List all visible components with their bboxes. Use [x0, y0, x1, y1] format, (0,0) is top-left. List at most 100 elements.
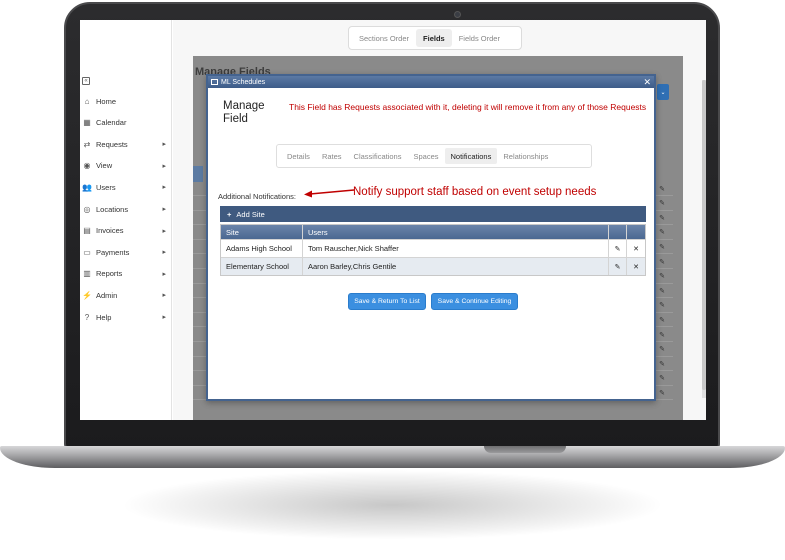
sidebar-item-label: Home — [96, 96, 117, 106]
column-header-delete — [627, 225, 645, 239]
annotation-arrow-icon — [304, 189, 355, 198]
sidebar-item-label: Users — [96, 182, 116, 192]
sidebar-item-label: Admin — [96, 290, 118, 300]
chevron-right-icon: ▸ — [162, 249, 166, 257]
edit-icon[interactable]: ✎ — [659, 199, 665, 207]
window-icon — [211, 79, 218, 85]
camera-icon — [454, 11, 461, 18]
edit-icon[interactable]: ✎ — [659, 374, 665, 382]
edit-icon[interactable]: ✎ — [659, 316, 665, 324]
laptop-stage: « ⌂ Home ▦ Calendar ⇄ Requests ▸ ◉ View ▸ 👥 Users ▸ ◎… — [0, 0, 785, 560]
sidebar-item-users[interactable]: 👥 Users ▸ — [82, 179, 170, 195]
save-return-button[interactable]: Save & Return To List — [348, 293, 426, 310]
notifications-table: Site Users Adams High School Tom Rauscher… — [220, 224, 646, 276]
sidebar-item-locations[interactable]: ◎ Locations ▸ — [82, 201, 170, 217]
modal-title: Manage Field — [223, 100, 265, 125]
tab-notifications[interactable]: Notifications — [444, 148, 498, 164]
chevron-right-icon: ▸ — [162, 270, 166, 278]
delete-icon[interactable]: ✕ — [627, 258, 645, 275]
edit-icon[interactable]: ✎ — [659, 389, 665, 397]
sidebar-item-calendar[interactable]: ▦ Calendar — [82, 115, 170, 131]
table-header: Site Users — [221, 225, 645, 239]
chevron-right-icon: ▸ — [162, 184, 166, 192]
edit-icon[interactable]: ✎ — [659, 272, 665, 280]
tab-spaces[interactable]: Spaces — [407, 148, 444, 164]
edit-icon[interactable]: ✎ — [659, 360, 665, 368]
delete-icon[interactable]: ✕ — [627, 240, 645, 257]
sidebar-item-reports[interactable]: ▥ Reports ▸ — [82, 266, 170, 282]
tab-classifications[interactable]: Classifications — [348, 148, 408, 164]
modal-tabs: Details Rates Classifications Spaces Notific… — [276, 144, 592, 168]
edit-icon[interactable]: ✎ — [659, 243, 665, 251]
edit-icon[interactable]: ✎ — [659, 185, 665, 193]
tab-fields[interactable]: Fields — [416, 29, 452, 47]
chevron-right-icon: ▸ — [162, 227, 166, 235]
column-header-users[interactable]: Users — [303, 225, 609, 239]
sidebar-item-admin[interactable]: ⚡ Admin ▸ — [82, 287, 170, 303]
sidebar-item-label: Requests — [96, 139, 128, 149]
sidebar-item-view[interactable]: ◉ View ▸ — [82, 158, 170, 174]
sidebar-item-payments[interactable]: ▭ Payments ▸ — [82, 244, 170, 260]
cell-users: Aaron Barley,Chris Gentile — [303, 258, 609, 275]
chevron-down-icon: ⌄ — [657, 84, 669, 100]
column-header-edit — [609, 225, 627, 239]
sidebar-item-help[interactable]: ? Help ▸ — [82, 309, 170, 325]
edit-icon[interactable]: ✎ — [659, 287, 665, 295]
edit-icon[interactable]: ✎ — [659, 214, 665, 222]
invoice-icon: ▤ — [83, 226, 91, 236]
reports-icon: ▥ — [83, 269, 91, 279]
sidebar-item-home[interactable]: ⌂ Home — [82, 93, 170, 109]
edit-icon[interactable]: ✎ — [659, 258, 665, 266]
sidebar-item-invoices[interactable]: ▤ Invoices ▸ — [82, 223, 170, 239]
table-header-cell — [193, 166, 203, 182]
tab-relationships[interactable]: Relationships — [497, 148, 554, 164]
close-icon[interactable]: ✕ — [643, 76, 651, 88]
screen: « ⌂ Home ▦ Calendar ⇄ Requests ▸ ◉ View ▸ 👥 Users ▸ ◎… — [80, 20, 706, 420]
tab-details[interactable]: Details — [281, 148, 316, 164]
save-continue-button[interactable]: Save & Continue Editing — [431, 293, 518, 310]
additional-notifications-label: Additional Notifications: — [218, 192, 296, 201]
view-icon: ◉ — [83, 161, 91, 171]
table-row[interactable]: Elementary School Aaron Barley,Chris Gent… — [221, 257, 645, 275]
chevron-right-icon: ▸ — [162, 206, 166, 213]
requests-icon: ⇄ — [83, 139, 91, 149]
edit-icon[interactable]: ✎ — [659, 301, 665, 309]
tab-sections-order[interactable]: Sections Order — [352, 29, 416, 47]
collapse-sidebar-icon[interactable]: « — [82, 77, 90, 85]
sidebar-item-label: Calendar — [96, 118, 127, 128]
scroll-thumb[interactable] — [702, 80, 706, 390]
annotation-text: Notify support staff based on event setu… — [353, 186, 597, 198]
laptop-base — [0, 446, 785, 468]
manage-field-modal: ML Schedules ✕ Manage Field This Field h… — [206, 74, 656, 401]
tab-rates[interactable]: Rates — [316, 148, 348, 164]
payments-icon: ▭ — [83, 247, 91, 257]
chevron-right-icon: ▸ — [162, 141, 166, 149]
tab-fields-order[interactable]: Fields Order — [452, 29, 507, 47]
sidebar-item-requests[interactable]: ⇄ Requests ▸ — [82, 136, 170, 152]
cell-users: Tom Rauscher,Nick Shaffer — [303, 240, 609, 257]
users-icon: 👥 — [82, 182, 92, 192]
chevron-right-icon: ▸ — [162, 314, 166, 321]
modal-window-title: ML Schedules — [221, 78, 266, 86]
modal-titlebar[interactable]: ML Schedules ✕ — [208, 76, 654, 88]
edit-icon[interactable]: ✎ — [659, 228, 665, 236]
cell-site: Adams High School — [221, 240, 303, 257]
sidebar-item-label: Help — [96, 312, 112, 322]
chevron-right-icon: ▸ — [162, 162, 166, 170]
edit-icon[interactable]: ✎ — [609, 258, 627, 275]
laptop-notch — [484, 446, 566, 453]
table-row[interactable]: Adams High School Tom Rauscher,Nick Shaff… — [221, 239, 645, 257]
home-icon: ⌂ — [84, 96, 90, 106]
edit-icon[interactable]: ✎ — [609, 240, 627, 257]
sidebar-item-label: View — [96, 161, 113, 171]
column-header-site[interactable]: Site — [221, 225, 303, 239]
edit-icon[interactable]: ✎ — [659, 331, 665, 339]
add-site-button[interactable]: + Add Site — [220, 206, 646, 222]
sidebar-item-label: Locations — [96, 204, 129, 214]
edit-icon[interactable]: ✎ — [659, 345, 665, 353]
location-icon: ◎ — [83, 204, 91, 214]
calendar-icon: ▦ — [83, 118, 91, 128]
page-scrollbar[interactable] — [702, 80, 706, 398]
warning-message: This Field has Requests associated with … — [289, 102, 647, 112]
view-tabs: Sections Order Fields Fields Order — [348, 26, 522, 50]
